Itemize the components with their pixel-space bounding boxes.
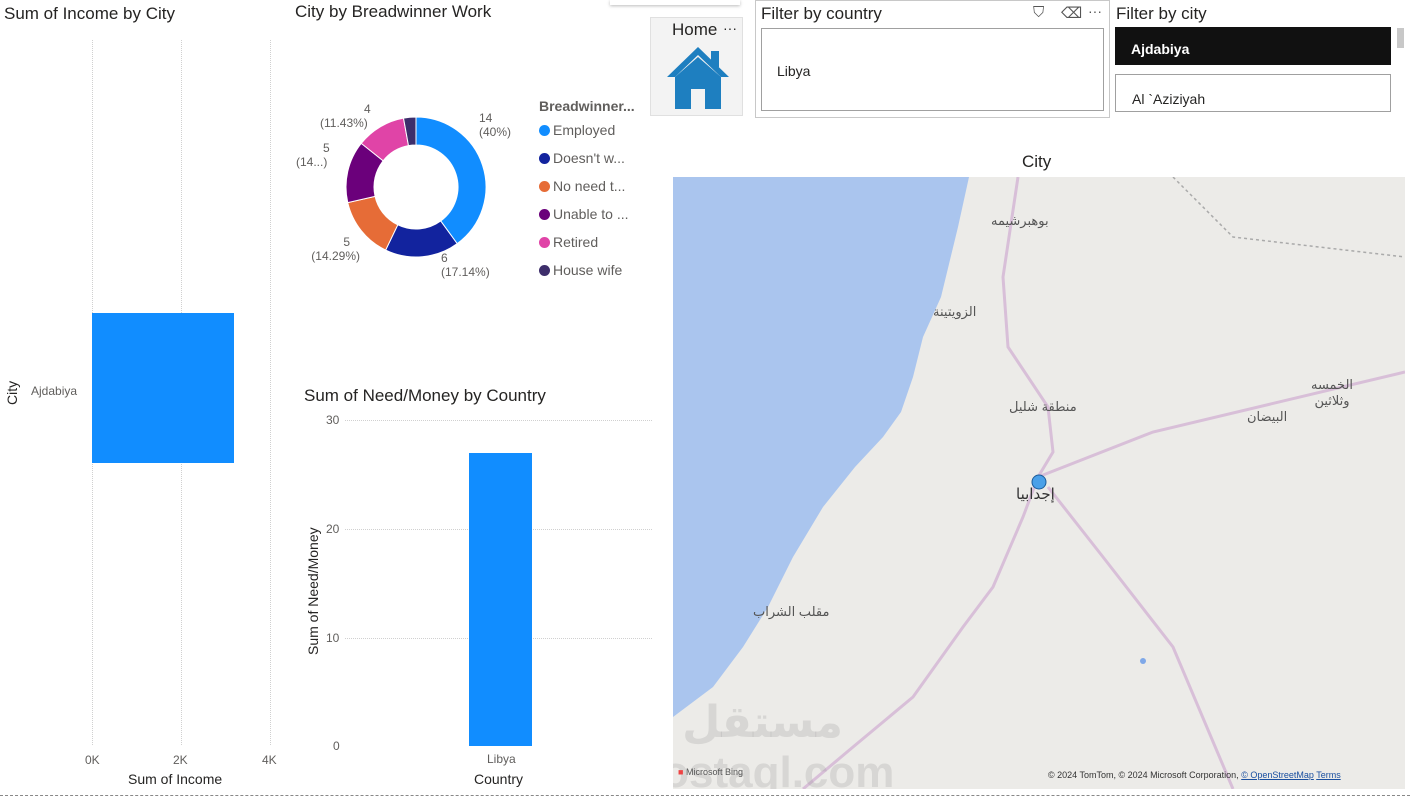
income-x-label: Sum of Income	[128, 771, 223, 787]
map-attribution: © 2024 TomTom, © 2024 Microsoft Corporat…	[1048, 770, 1341, 780]
map-label: الزويتينة	[933, 304, 977, 319]
need-chart-title: Sum of Need/Money by Country	[304, 386, 546, 405]
country-selected: Libya	[777, 63, 811, 79]
terms-link[interactable]: Terms	[1316, 770, 1341, 780]
bing-logo: ■ Microsoft Bing	[678, 767, 743, 777]
legend-label: House wife	[553, 262, 623, 278]
map-label: البيضان	[1247, 409, 1288, 424]
need-y-label: Sum of Need/Money	[305, 527, 321, 655]
country-filter-slicer: Filter by country ⛉ ⌫ ··· Libya	[755, 0, 1110, 118]
city-filter-title: Filter by city	[1116, 4, 1207, 23]
donut-label: 6 (17.14%)	[441, 251, 490, 279]
legend-dot	[539, 208, 550, 220]
city-item[interactable]: Al `Aziziyah	[1115, 74, 1391, 112]
scrollbar[interactable]	[1397, 28, 1404, 48]
city-item-selected[interactable]: Ajdabiya	[1115, 27, 1391, 65]
legend-item[interactable]: House wife	[539, 256, 629, 284]
legend-item[interactable]: No need t...	[539, 172, 629, 200]
x-tick: 0K	[85, 753, 100, 767]
legend-item[interactable]: Unable to ...	[539, 200, 629, 228]
legend-dot	[539, 124, 550, 136]
y-tick: 10	[326, 631, 340, 645]
filter-icon[interactable]: ⛉	[1033, 4, 1044, 21]
legend-dot	[539, 180, 550, 192]
legend-item[interactable]: Employed	[539, 116, 629, 144]
legend-dot	[539, 264, 550, 276]
more-options-icon[interactable]: ···	[723, 20, 737, 36]
more-options-icon[interactable]: ···	[1088, 3, 1102, 19]
x-tick: 2K	[173, 753, 188, 767]
donut-slice[interactable]	[415, 116, 487, 245]
home-button[interactable]: Home ···	[650, 17, 743, 116]
map-label: الخمسه وثلاثين	[1310, 377, 1354, 408]
donut-label: 14 (40%)	[479, 111, 512, 139]
y-tick: 0	[333, 739, 340, 753]
income-y-label: City	[4, 380, 20, 405]
map-title: City	[1022, 152, 1052, 171]
legend-label: Doesn't w...	[553, 150, 625, 166]
legend-label: No need t...	[553, 178, 626, 194]
map-label: مقلب الشراب	[753, 604, 830, 619]
home-label: Home	[672, 20, 718, 39]
legend-label: Retired	[553, 234, 599, 250]
x-tick: 4K	[262, 753, 277, 767]
legend-dot	[539, 152, 550, 164]
income-bar[interactable]	[92, 313, 235, 463]
donut-label: 5 (14...)	[296, 141, 330, 169]
legend-title: Breadwinner...	[539, 98, 635, 114]
map-label: إجدابيا	[1016, 486, 1055, 503]
osm-link[interactable]: © OpenStreetMap	[1241, 770, 1314, 780]
donut-label: 4 (11.43%)	[320, 102, 371, 130]
legend-dot	[539, 236, 550, 248]
country-dropdown[interactable]: Libya	[761, 28, 1104, 111]
donut-label: 5 (14.29%)	[311, 235, 360, 263]
country-filter-title: Filter by country	[761, 4, 882, 23]
legend-label: Unable to ...	[553, 206, 629, 222]
need-category-label: Libya	[487, 752, 516, 766]
legend-item[interactable]: Retired	[539, 228, 629, 256]
map-label: منطقة شليل	[1009, 399, 1077, 414]
legend-item[interactable]: Doesn't w...	[539, 144, 629, 172]
y-tick: 20	[326, 522, 340, 536]
legend-label: Employed	[553, 122, 616, 138]
map-label: بوهبرشيمه	[991, 213, 1049, 228]
income-chart-title: Sum of Income by City	[4, 4, 176, 23]
need-bar[interactable]	[469, 452, 532, 746]
map[interactable]: بوهبرشيمه الزويتينة منطقة شليل البيضان ا…	[673, 177, 1405, 789]
income-category-label: Ajdabiya	[31, 384, 78, 398]
donut-legend: Employed Doesn't w... No need t... Unable t…	[539, 116, 629, 284]
need-x-label: Country	[474, 771, 524, 787]
y-tick: 30	[326, 413, 340, 427]
eraser-icon[interactable]: ⌫	[1061, 4, 1082, 22]
home-icon	[667, 47, 729, 109]
donut-chart-title: City by Breadwinner Work	[295, 2, 492, 21]
